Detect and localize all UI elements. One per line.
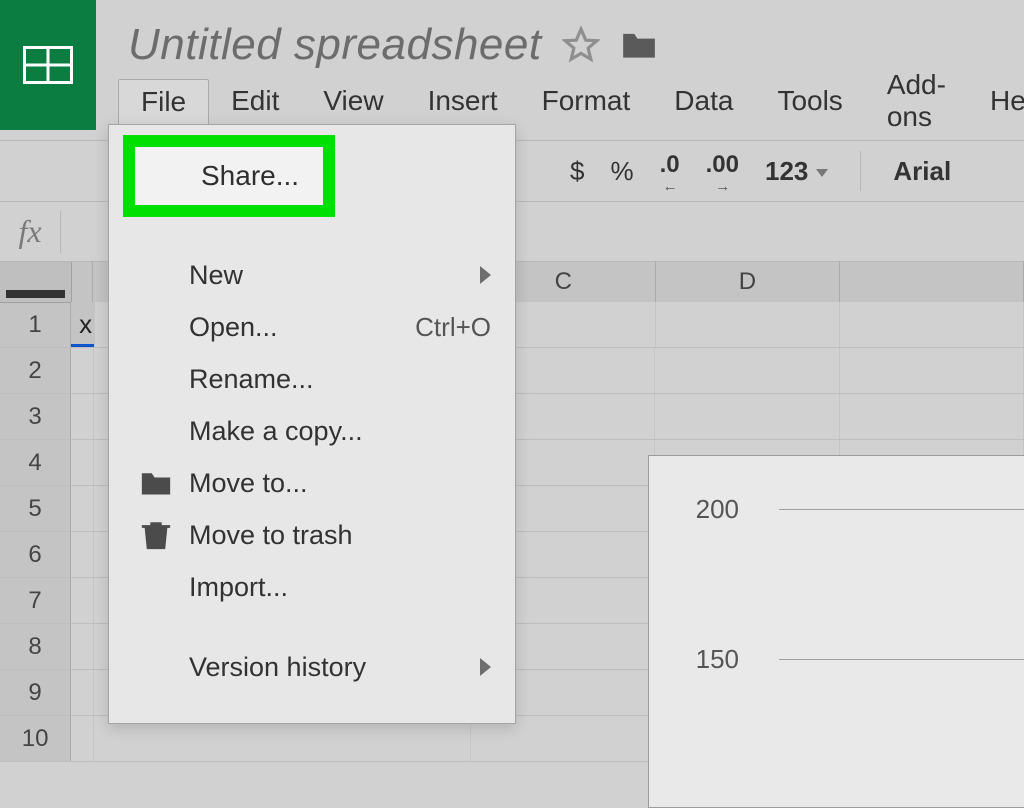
file-menu-move-to-trash[interactable]: Move to trash bbox=[109, 509, 515, 561]
column-header-a[interactable]: A bbox=[72, 262, 93, 302]
file-menu-rename[interactable]: Rename... bbox=[109, 353, 515, 405]
file-menu-version-history-label: Version history bbox=[189, 652, 366, 683]
chart-y-tick: 200 bbox=[679, 494, 739, 525]
column-header-d[interactable]: D bbox=[656, 262, 840, 302]
file-menu-move-to-trash-label: Move to trash bbox=[189, 520, 353, 551]
row-header[interactable]: 3 bbox=[0, 394, 71, 439]
formula-separator bbox=[60, 211, 61, 253]
decrease-decimal-button[interactable]: .0 ← bbox=[660, 151, 680, 191]
chart-gridline bbox=[779, 509, 1024, 510]
more-formats-label: 123 bbox=[765, 156, 808, 187]
cell[interactable] bbox=[71, 394, 94, 439]
star-icon[interactable] bbox=[562, 26, 600, 64]
font-family-label: Arial bbox=[893, 156, 951, 187]
file-menu-rename-label: Rename... bbox=[189, 364, 314, 395]
sheets-logo[interactable] bbox=[0, 0, 96, 130]
cell[interactable] bbox=[71, 578, 94, 623]
cell[interactable]: x bbox=[71, 302, 95, 347]
file-menu-dropdown: Share... New Open... Ctrl+O Rename... Ma… bbox=[108, 124, 516, 724]
cell[interactable] bbox=[655, 348, 839, 393]
cell[interactable] bbox=[71, 670, 94, 715]
file-menu-new[interactable]: New bbox=[109, 249, 515, 301]
cell[interactable] bbox=[840, 348, 1024, 393]
menu-tools[interactable]: Tools bbox=[755, 79, 864, 123]
file-menu-move-to[interactable]: Move to... bbox=[109, 457, 515, 509]
header: Untitled spreadsheet File Edit View Inse… bbox=[0, 0, 1024, 130]
file-menu-version-history[interactable]: Version history bbox=[109, 641, 515, 693]
cell[interactable] bbox=[840, 302, 1024, 347]
row-header[interactable]: 9 bbox=[0, 670, 71, 715]
menu-data[interactable]: Data bbox=[652, 79, 755, 123]
column-header-e[interactable] bbox=[840, 262, 1024, 302]
embedded-chart[interactable]: 200 150 bbox=[648, 455, 1024, 808]
cell[interactable] bbox=[71, 486, 94, 531]
file-menu-move-to-label: Move to... bbox=[189, 468, 308, 499]
chevron-right-icon bbox=[480, 658, 491, 676]
percent-icon: % bbox=[610, 156, 633, 187]
cell[interactable] bbox=[71, 716, 94, 761]
file-menu-import-label: Import... bbox=[189, 572, 288, 603]
file-menu-new-label: New bbox=[189, 260, 243, 291]
file-menu-open-shortcut: Ctrl+O bbox=[415, 312, 491, 343]
chart-plot-area: 200 150 bbox=[679, 476, 1024, 807]
file-menu-make-copy-label: Make a copy... bbox=[189, 416, 363, 447]
file-menu-share-label: Share... bbox=[201, 160, 299, 192]
row-header[interactable]: 2 bbox=[0, 348, 71, 393]
row-header[interactable]: 8 bbox=[0, 624, 71, 669]
menu-insert[interactable]: Insert bbox=[406, 79, 520, 123]
file-menu-open-label: Open... bbox=[189, 312, 278, 343]
menu-view[interactable]: View bbox=[301, 79, 405, 123]
cell[interactable] bbox=[71, 532, 94, 577]
cell[interactable] bbox=[71, 624, 94, 669]
file-menu-share[interactable]: Share... bbox=[109, 125, 515, 221]
menu-addons[interactable]: Add-ons bbox=[865, 63, 968, 139]
increase-decimal-icon: .00 bbox=[706, 151, 739, 179]
cell[interactable] bbox=[71, 348, 94, 393]
cell[interactable] bbox=[656, 302, 840, 347]
toolbar-separator bbox=[860, 151, 861, 191]
chart-gridline bbox=[779, 659, 1024, 660]
menu-format[interactable]: Format bbox=[520, 79, 653, 123]
select-all-corner[interactable] bbox=[0, 262, 72, 302]
font-family-select[interactable]: Arial bbox=[893, 156, 951, 187]
arrow-right-icon: → bbox=[715, 183, 729, 191]
format-percent-button[interactable]: % bbox=[610, 156, 633, 187]
file-menu-open[interactable]: Open... Ctrl+O bbox=[109, 301, 515, 353]
chevron-down-icon bbox=[816, 169, 828, 177]
chart-y-tick: 150 bbox=[679, 644, 739, 675]
arrow-left-icon: ← bbox=[663, 183, 677, 191]
cell[interactable] bbox=[840, 394, 1024, 439]
row-header[interactable]: 4 bbox=[0, 440, 71, 485]
fx-label: fx bbox=[0, 213, 60, 250]
row-header[interactable]: 7 bbox=[0, 578, 71, 623]
row-header[interactable]: 1 bbox=[0, 302, 71, 347]
row-header[interactable]: 5 bbox=[0, 486, 71, 531]
file-menu-make-copy[interactable]: Make a copy... bbox=[109, 405, 515, 457]
sheets-logo-icon bbox=[23, 46, 73, 84]
file-menu-import[interactable]: Import... bbox=[109, 561, 515, 613]
more-formats-button[interactable]: 123 bbox=[765, 156, 828, 187]
menu-edit[interactable]: Edit bbox=[209, 79, 301, 123]
tutorial-highlight: Share... bbox=[123, 135, 335, 217]
cell[interactable] bbox=[71, 440, 94, 485]
format-currency-button[interactable]: $ bbox=[570, 156, 584, 187]
folder-icon bbox=[139, 466, 173, 500]
currency-icon: $ bbox=[570, 156, 584, 187]
row-header[interactable]: 10 bbox=[0, 716, 71, 761]
chevron-right-icon bbox=[480, 266, 491, 284]
menu-file[interactable]: File bbox=[118, 79, 209, 124]
decrease-decimal-icon: .0 bbox=[660, 151, 680, 179]
cell[interactable] bbox=[655, 394, 839, 439]
increase-decimal-button[interactable]: .00 → bbox=[706, 151, 739, 191]
document-title[interactable]: Untitled spreadsheet bbox=[128, 20, 542, 70]
row-header[interactable]: 6 bbox=[0, 532, 71, 577]
move-folder-icon[interactable] bbox=[620, 28, 658, 62]
trash-icon bbox=[139, 518, 173, 552]
menubar: File Edit View Insert Format Data Tools … bbox=[118, 78, 1014, 124]
menu-help[interactable]: Help bbox=[968, 79, 1024, 123]
